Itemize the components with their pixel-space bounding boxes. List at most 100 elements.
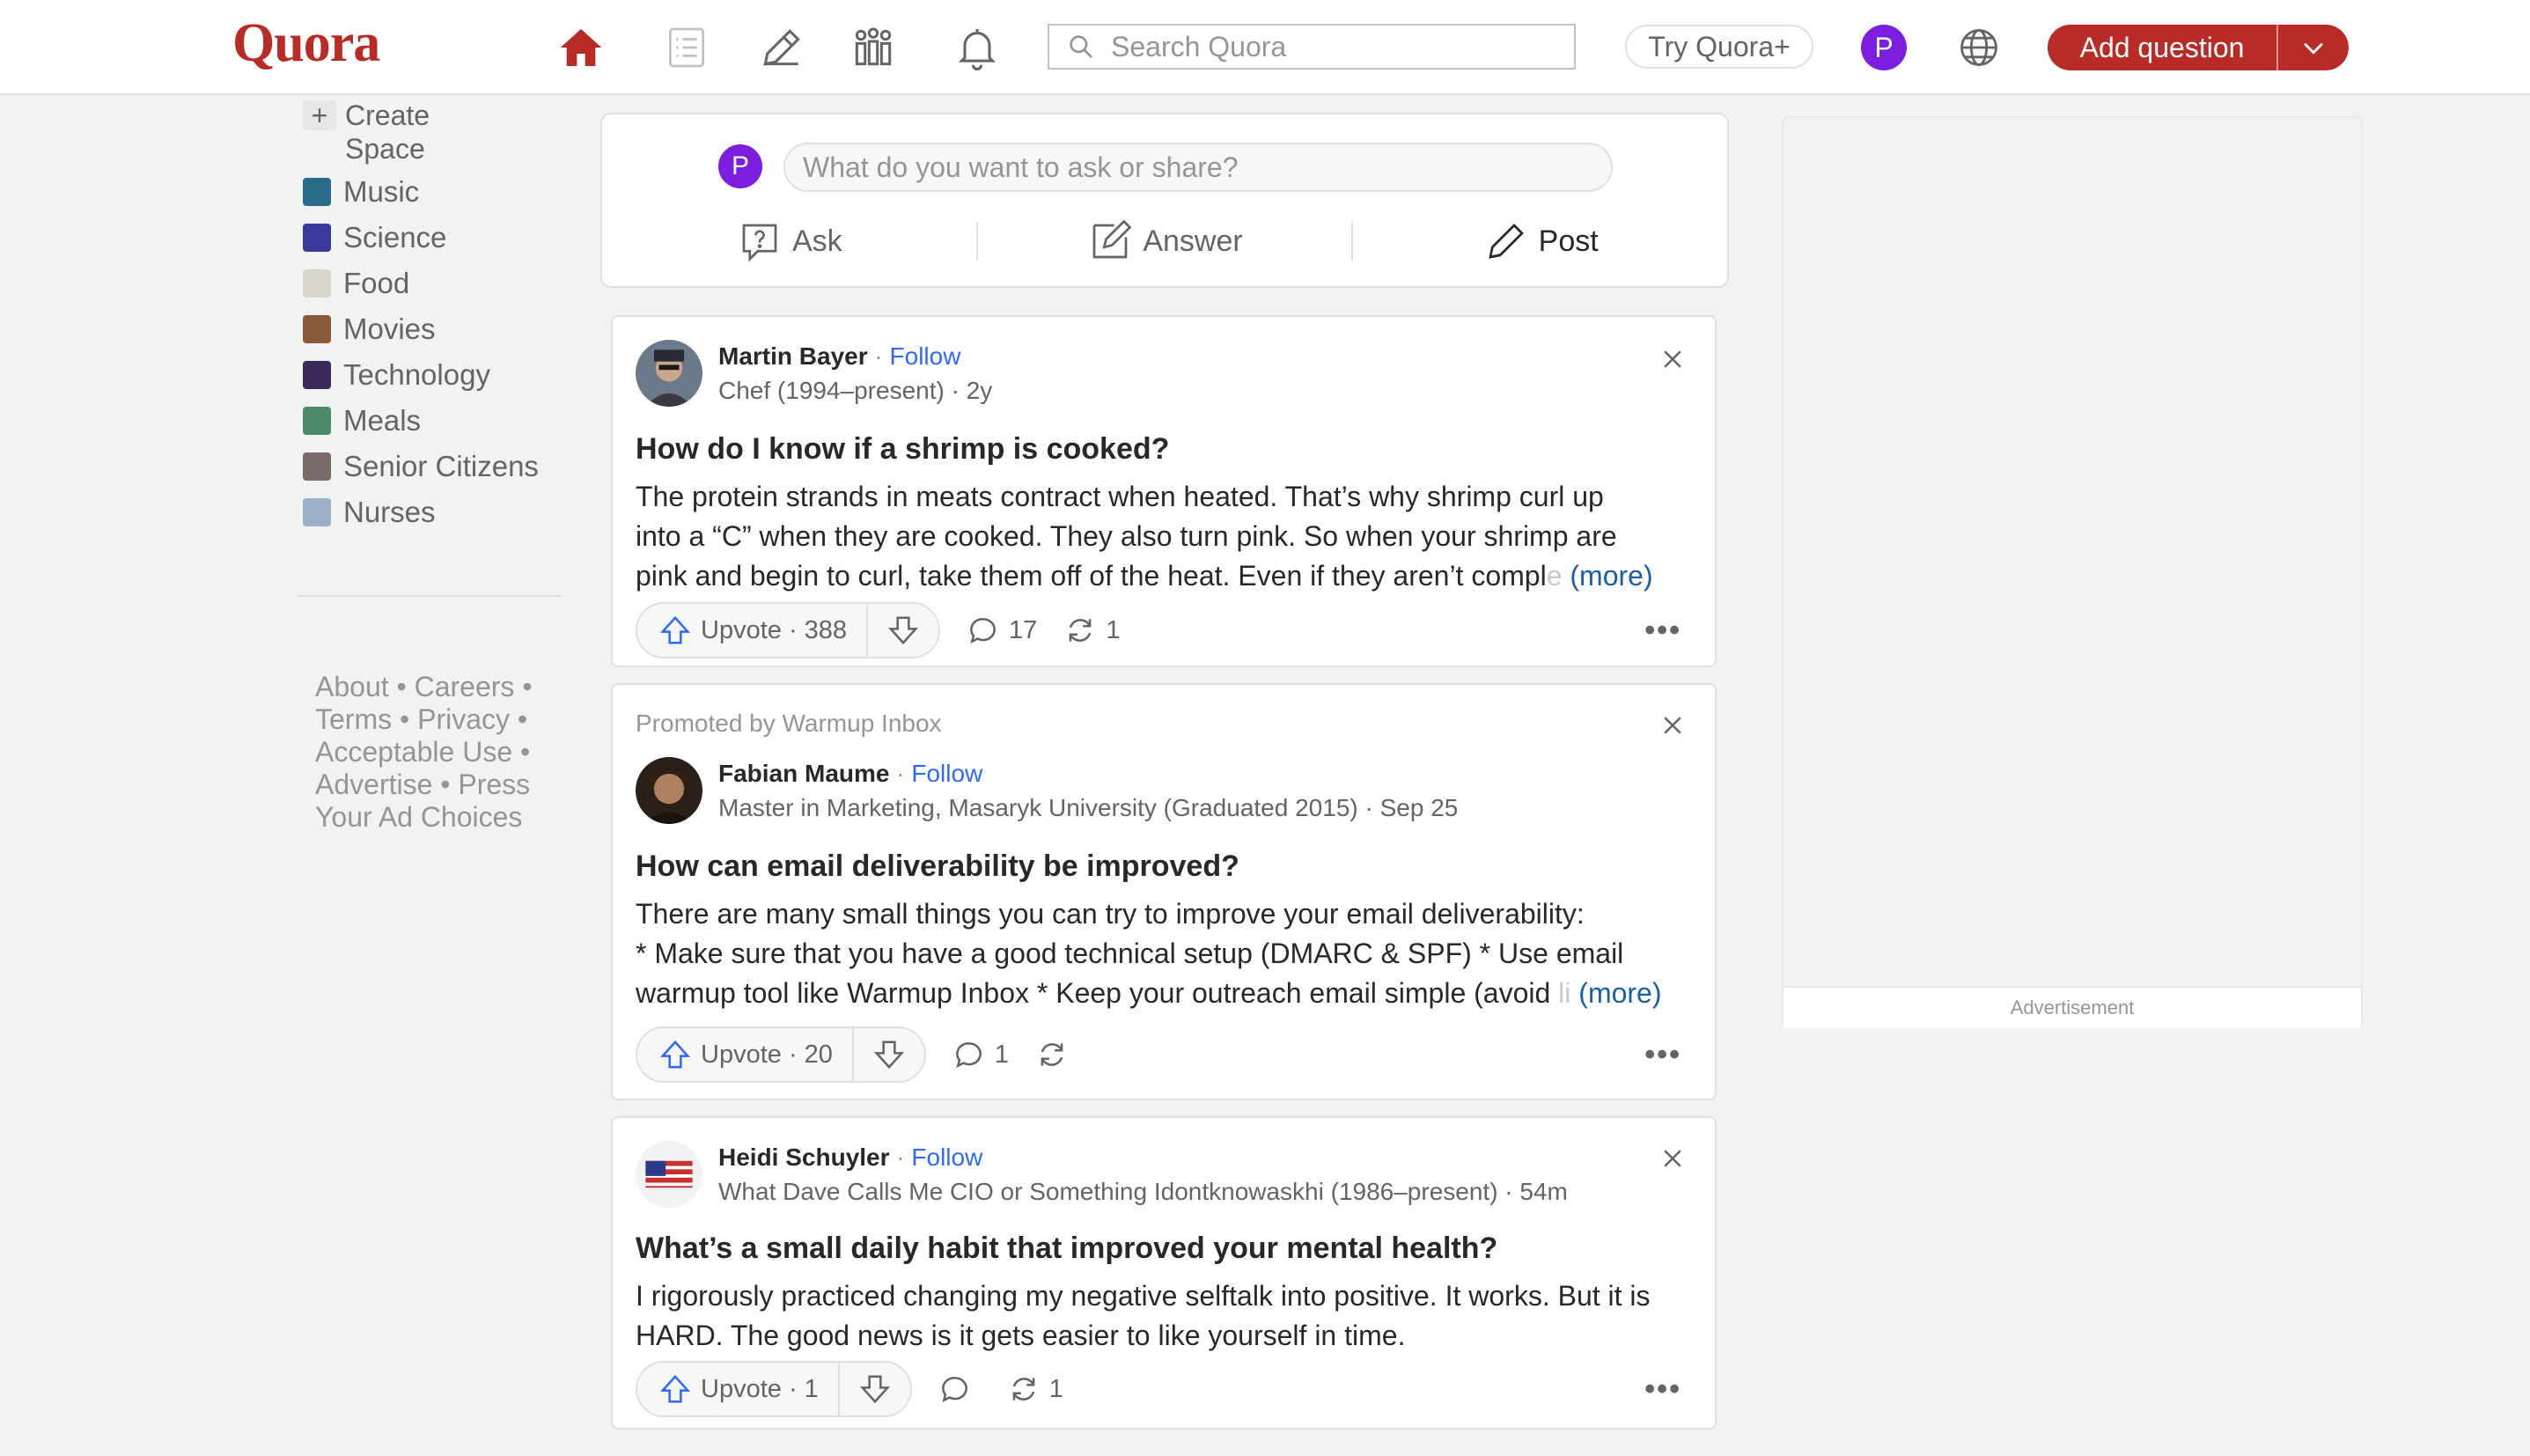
downvote-button[interactable] [854,1028,924,1081]
footer-line[interactable]: Acceptable Use • [315,736,579,768]
sidebar-item-movies[interactable]: Movies [303,306,563,352]
post-button[interactable]: Post [1353,217,1727,265]
comments-button[interactable]: 1 [952,1038,1009,1071]
question-title[interactable]: How do I know if a shrimp is cooked? [636,430,1169,468]
feed-card: Heidi Schuyler · Follow What Dave Calls … [611,1116,1717,1430]
add-question-label[interactable]: Add question [2048,25,2278,70]
senior-citizens-space-thumbnail [303,452,331,481]
sidebar-item-nurses[interactable]: Nurses [303,489,563,535]
author-line: Martin Bayer · Follow [718,342,961,370]
question-title[interactable]: What’s a small daily habit that improved… [636,1229,1497,1268]
close-icon[interactable] [1655,1141,1690,1176]
ask-share-input[interactable]: What do you want to ask or share? [783,143,1613,192]
close-icon[interactable] [1655,342,1690,377]
create-space-label: Create Space [345,99,430,165]
answer-icon[interactable] [754,19,810,76]
search-input[interactable] [1111,30,1551,63]
more-options-icon[interactable]: ••• [1644,1038,1681,1072]
footer-line[interactable]: Your Ad Choices [315,801,579,834]
comments-button[interactable]: 17 [967,614,1037,647]
downvote-button[interactable] [868,604,938,657]
vote-pill: Upvote · 1 [636,1361,912,1417]
quora-logo[interactable]: Quora [232,12,380,75]
footer-line[interactable]: Advertise • Press [315,768,579,801]
downvote-button[interactable] [840,1363,910,1416]
sidebar-item-technology[interactable]: Technology [303,352,563,398]
user-avatar[interactable]: P [1861,25,1907,70]
sidebar-item-senior-citizens[interactable]: Senior Citizens [303,444,563,489]
downvote-arrow-icon [887,616,919,645]
share-button[interactable]: 1 [1063,614,1120,647]
footer-links: About • Careers • Terms • Privacy • Acce… [315,671,579,834]
follow-button[interactable]: Follow [890,342,961,370]
technology-space-thumbnail [303,361,331,389]
share-button[interactable]: 1 [1007,1372,1063,1406]
follow-button[interactable]: Follow [911,1143,982,1171]
post-composer: P What do you want to ask or share? Ask … [600,113,1729,288]
author-row: Heidi Schuyler · Follow What Dave Calls … [636,1141,1568,1210]
sidebar-item-science[interactable]: Science [303,215,563,261]
author-line: Fabian Maume · Follow [718,760,983,787]
ask-button[interactable]: Ask [602,217,976,265]
composer-avatar[interactable]: P [718,144,762,188]
comment-icon [956,1042,982,1069]
promoted-label[interactable]: Promoted by Warmup Inbox [636,710,942,738]
author-name[interactable]: Fabian Maume [718,760,889,787]
answer-preview[interactable]: There are many small things you can try … [636,894,1692,1013]
notifications-icon[interactable] [949,19,1005,76]
author-avatar[interactable] [636,757,702,824]
sidebar-item-meals[interactable]: Meals [303,398,563,444]
close-icon[interactable] [1655,708,1690,743]
author-credential: What Dave Calls Me CIO or Something Idon… [718,1178,1568,1205]
home-icon[interactable] [553,19,609,76]
upvote-button[interactable]: Upvote · 20 [637,1028,854,1081]
chevron-down-icon[interactable] [2278,33,2349,63]
meals-space-thumbnail [303,407,331,435]
answer-preview[interactable]: The protein strands in meats contract wh… [636,477,1692,596]
upvote-arrow-icon [659,1040,691,1069]
author-avatar[interactable] [636,1141,702,1208]
advertisement-panel[interactable] [1782,116,2363,1028]
science-space-thumbnail [303,224,331,252]
create-space-button[interactable]: + Create Space [303,99,563,165]
sidebar-item-music[interactable]: Music [303,169,563,215]
author-name[interactable]: Martin Bayer [718,342,868,370]
left-sidebar: + Create Space Music Science Food Movies… [299,99,563,535]
composer-actions: Ask Answer Post [602,206,1727,276]
comments-button[interactable] [938,1372,981,1406]
language-globe-icon[interactable] [1956,25,2002,70]
upvote-button[interactable]: Upvote · 1 [637,1363,840,1416]
try-quora-plus-button[interactable]: Try Quora+ [1625,25,1813,69]
answer-button[interactable]: Answer [978,217,1352,265]
question-bubble-icon [742,224,777,262]
sidebar-divider [298,595,562,597]
follow-button[interactable]: Follow [911,760,982,787]
upvote-button[interactable]: Upvote · 388 [637,604,869,657]
downvote-arrow-icon [873,1041,905,1070]
author-credential: Chef (1994–present) · 2y [718,377,993,404]
upvote-arrow-icon [659,1374,691,1403]
advertisement-label: Advertisement [1784,986,2361,1028]
more-link[interactable]: (more) [1578,977,1661,1009]
sidebar-item-food[interactable]: Food [303,261,563,306]
following-icon[interactable] [658,19,715,76]
more-options-icon[interactable]: ••• [1644,1372,1681,1407]
author-row: Martin Bayer · Follow Chef (1994–present… [636,340,992,408]
share-button[interactable] [1035,1038,1077,1071]
more-link[interactable]: (more) [1570,560,1652,592]
movies-space-thumbnail [303,315,331,343]
footer-line[interactable]: About • Careers • [315,671,579,703]
question-title[interactable]: How can email deliverability be improved… [636,847,1239,886]
more-options-icon[interactable]: ••• [1644,614,1681,648]
feed-card: Martin Bayer · Follow Chef (1994–present… [611,315,1717,667]
author-avatar[interactable] [636,340,702,407]
answer-preview[interactable]: I rigorously practiced changing my negat… [636,1276,1692,1356]
action-bar: Upvote · 1 1 ••• [636,1361,1692,1417]
nurses-space-thumbnail [303,498,331,526]
search-bar[interactable] [1048,24,1576,70]
footer-line[interactable]: Terms • Privacy • [315,703,579,736]
spaces-icon[interactable] [845,19,901,76]
top-header: Quora Try Quora+ P Add question [0,0,2530,95]
add-question-button[interactable]: Add question [2048,25,2349,70]
author-name[interactable]: Heidi Schuyler [718,1143,890,1171]
